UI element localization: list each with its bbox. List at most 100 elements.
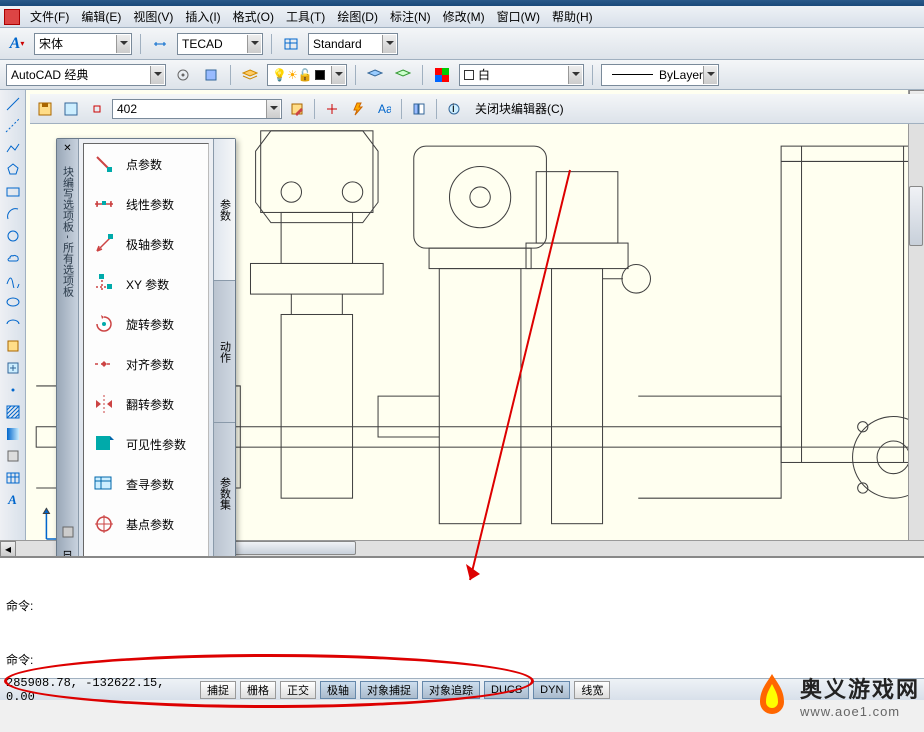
- menu-edit[interactable]: 编辑(E): [75, 6, 127, 27]
- palette-tab-paramsets[interactable]: 参数集: [213, 423, 235, 565]
- test-block-icon[interactable]: [60, 98, 82, 120]
- layer-manager-icon[interactable]: [239, 64, 261, 86]
- param-linear[interactable]: 线性参数: [84, 184, 208, 224]
- table-icon[interactable]: [2, 468, 24, 488]
- coordinates-readout: 285908.78, -132622.15, 0.00: [6, 676, 196, 704]
- point-icon[interactable]: [2, 380, 24, 400]
- action-icon[interactable]: [347, 98, 369, 120]
- status-ortho[interactable]: 正交: [280, 681, 316, 699]
- draw-toolbar: A: [0, 90, 26, 540]
- param-xy[interactable]: XY 参数: [84, 264, 208, 304]
- watermark-url: www.aoe1.com: [800, 704, 920, 719]
- status-polar[interactable]: 极轴: [320, 681, 356, 699]
- palette-close-icon[interactable]: ✕: [63, 143, 71, 154]
- palette-side-title: 块编写选项板 - 所有选项板: [60, 166, 76, 297]
- block-name-input[interactable]: 402: [112, 99, 282, 119]
- param-rotation[interactable]: 旋转参数: [84, 304, 208, 344]
- tool-palettes-icon[interactable]: [200, 64, 222, 86]
- textstyle-toolbar: A▾ 宋体 TECAD Standard: [0, 28, 924, 60]
- menu-format[interactable]: 格式(O): [227, 6, 280, 27]
- textstyle-icon[interactable]: A▾: [6, 33, 28, 55]
- palette-titlebar[interactable]: ✕ 块编写选项板 - 所有选项板 ⊟: [57, 139, 79, 565]
- region-icon[interactable]: [2, 446, 24, 466]
- dimstyle-icon[interactable]: [149, 33, 171, 55]
- polyline-icon[interactable]: [2, 138, 24, 158]
- block-authoring-palette[interactable]: ✕ 块编写选项板 - 所有选项板 ⊟ 点参数 线性参数 极轴参数 XY 参数 旋…: [56, 138, 236, 566]
- properties-toolbar: AutoCAD 经典 💡 ☀ 🔓 白 ByLayer: [0, 60, 924, 90]
- param-flip[interactable]: 翻转参数: [84, 384, 208, 424]
- gradient-icon[interactable]: [2, 424, 24, 444]
- param-polar[interactable]: 极轴参数: [84, 224, 208, 264]
- status-dyn[interactable]: DYN: [533, 681, 570, 699]
- spline-icon[interactable]: [2, 270, 24, 290]
- palette-props-icon[interactable]: [61, 525, 75, 542]
- layer-state-icon[interactable]: [392, 64, 414, 86]
- mtext-icon[interactable]: A: [2, 490, 24, 510]
- param-alignment[interactable]: 对齐参数: [84, 344, 208, 384]
- param-basepoint[interactable]: 基点参数: [84, 504, 208, 544]
- revcloud-icon[interactable]: [2, 248, 24, 268]
- lock-icon: 🔓: [298, 68, 313, 82]
- scroll-left-icon[interactable]: ◂: [0, 541, 16, 557]
- close-block-editor-button[interactable]: 关闭块编辑器(C): [475, 100, 564, 117]
- dimstyle-combo[interactable]: Standard: [308, 33, 398, 55]
- menu-tools[interactable]: 工具(T): [280, 6, 331, 27]
- block-editor-toolbar: 402 Aa i 关闭块编辑器(C): [30, 94, 924, 124]
- status-snap[interactable]: 捕捉: [200, 681, 236, 699]
- menu-window[interactable]: 窗口(W): [491, 6, 546, 27]
- make-block-icon[interactable]: [2, 358, 24, 378]
- attribute-def-icon[interactable]: Aa: [373, 98, 395, 120]
- color-combo[interactable]: 白: [459, 64, 584, 86]
- line-icon[interactable]: [2, 94, 24, 114]
- command-window[interactable]: 命令: 命令: 命令: _bedit 正在重新生成模型。 命令: _BParam…: [0, 556, 924, 678]
- linetype-combo[interactable]: ByLayer: [601, 64, 719, 86]
- xline-icon[interactable]: [2, 116, 24, 136]
- menu-dimension[interactable]: 标注(N): [384, 6, 437, 27]
- ellipse-icon[interactable]: [2, 292, 24, 312]
- menu-draw[interactable]: 绘图(D): [331, 6, 384, 27]
- menu-insert[interactable]: 插入(I): [179, 6, 226, 27]
- status-lwt[interactable]: 线宽: [574, 681, 610, 699]
- ellipse-arc-icon[interactable]: [2, 314, 24, 334]
- toggle-palette-icon[interactable]: [408, 98, 430, 120]
- menu-view[interactable]: 视图(V): [127, 6, 179, 27]
- menu-modify[interactable]: 修改(M): [437, 6, 491, 27]
- param-point[interactable]: 点参数: [84, 144, 208, 184]
- tablestyle-icon[interactable]: [280, 33, 302, 55]
- status-otrack[interactable]: 对象追踪: [422, 681, 480, 699]
- layer-previous-icon[interactable]: [364, 64, 386, 86]
- workspace-combo[interactable]: AutoCAD 经典: [6, 64, 166, 86]
- watermark-logo-icon: [750, 670, 794, 720]
- scroll-thumb[interactable]: [909, 186, 923, 246]
- hatch-icon[interactable]: [2, 402, 24, 422]
- param-visibility[interactable]: 可见性参数: [84, 424, 208, 464]
- circle-icon[interactable]: [2, 226, 24, 246]
- font-combo[interactable]: 宋体: [34, 33, 132, 55]
- wcs-settings-icon[interactable]: [172, 64, 194, 86]
- status-ducs[interactable]: DUCS: [484, 681, 529, 699]
- menu-file[interactable]: 文件(F): [24, 6, 75, 27]
- website-watermark: 奥义游戏网 www.aoe1.com: [750, 670, 920, 720]
- status-grid[interactable]: 栅格: [240, 681, 276, 699]
- save-block-icon[interactable]: [34, 98, 56, 120]
- layer-combo[interactable]: 💡 ☀ 🔓: [267, 64, 347, 86]
- rectangle-icon[interactable]: [2, 182, 24, 202]
- menu-help[interactable]: 帮助(H): [546, 6, 599, 27]
- color-picker-icon[interactable]: [431, 64, 453, 86]
- arc-icon[interactable]: [2, 204, 24, 224]
- point-param-icon[interactable]: [321, 98, 343, 120]
- menu-bar: 文件(F) 编辑(E) 视图(V) 插入(I) 格式(O) 工具(T) 绘图(D…: [0, 6, 924, 28]
- svg-text:i: i: [452, 102, 455, 115]
- param-lookup[interactable]: 查寻参数: [84, 464, 208, 504]
- auto-constrain-icon[interactable]: [86, 98, 108, 120]
- vertical-scrollbar[interactable]: ▴: [908, 90, 924, 540]
- insert-block-icon[interactable]: [2, 336, 24, 356]
- textstyle-combo[interactable]: TECAD: [177, 33, 263, 55]
- palette-tab-actions[interactable]: 动作: [213, 281, 235, 423]
- palette-tab-parameters[interactable]: 参数: [213, 139, 235, 281]
- polygon-icon[interactable]: [2, 160, 24, 180]
- status-osnap[interactable]: 对象捕捉: [360, 681, 418, 699]
- edit-block-def-icon[interactable]: [286, 98, 308, 120]
- app-icon: [4, 9, 20, 25]
- visibility-mode-icon[interactable]: i: [443, 98, 465, 120]
